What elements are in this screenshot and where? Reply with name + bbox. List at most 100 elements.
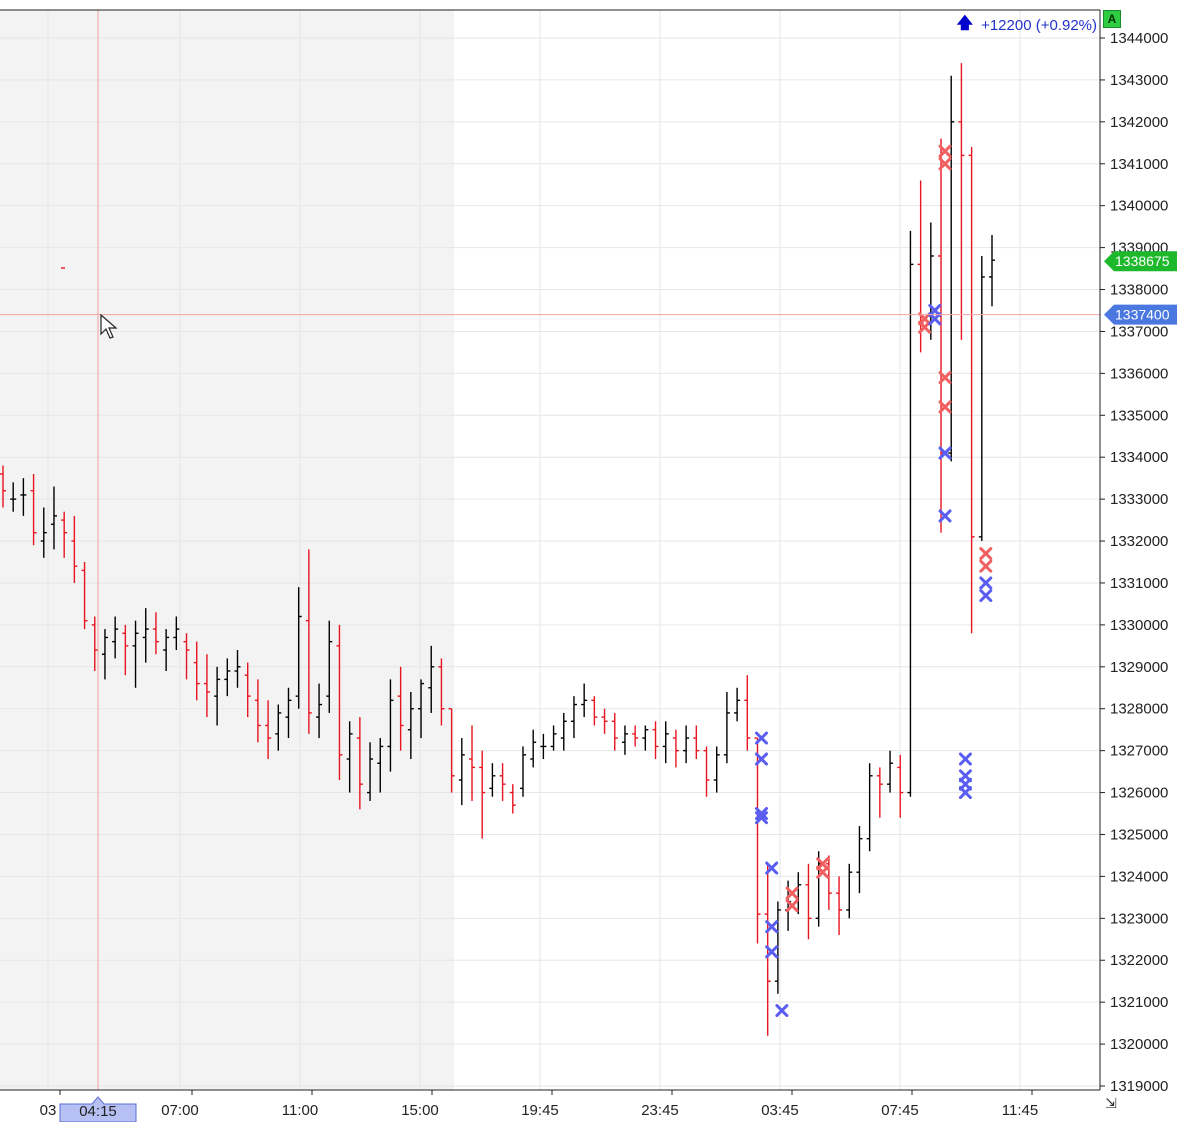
- time-axis[interactable]: 03 07:00 11:00 15:00 19:45 23:45 03:45 07:45 11:…: [40, 1090, 1039, 1122]
- buy-marker: [775, 1004, 789, 1018]
- time-tick-label: 23:45: [641, 1102, 679, 1119]
- price-tag-label: 1338675: [1115, 253, 1170, 269]
- ohlc-bar: [968, 146, 975, 634]
- ohlc-bar: [560, 712, 567, 751]
- time-tick-label: 19:45: [521, 1102, 559, 1119]
- price-tick-label: 1333000: [1110, 491, 1168, 508]
- ohlc-bar: [509, 784, 516, 814]
- ohlc-bar: [662, 721, 669, 764]
- ohlc-bar: [866, 763, 873, 852]
- time-tick-label: 15:00: [401, 1102, 439, 1119]
- ohlc-bar: [754, 737, 761, 944]
- ohlc-bar: [683, 725, 690, 764]
- ohlc-bar: [642, 725, 649, 751]
- price-tick-label: 1327000: [1110, 743, 1168, 760]
- price-tick-label: 1324000: [1110, 868, 1168, 885]
- price-tick-label: 1322000: [1110, 952, 1168, 969]
- price-change-readout: 🡅 +12200 (+0.92%): [957, 12, 1097, 39]
- auto-scale-button[interactable]: A: [1103, 10, 1121, 28]
- price-change-text: +12200 (+0.92%): [981, 17, 1097, 34]
- price-tick-label: 1320000: [1110, 1036, 1168, 1053]
- buy-marker: [958, 752, 972, 766]
- ohlc-bar: [458, 738, 465, 806]
- time-tick-label: 07:00: [161, 1102, 199, 1119]
- price-tick-label: 1326000: [1110, 785, 1168, 802]
- ohlc-bar: [938, 138, 945, 533]
- price-tick-label: 1328000: [1110, 701, 1168, 718]
- ohlc-bar: [479, 750, 486, 839]
- time-tick-label: 07:45: [881, 1102, 919, 1119]
- ohlc-bar: [958, 63, 965, 340]
- ohlc-bar: [989, 235, 995, 307]
- ohlc-bar: [907, 230, 914, 797]
- ohlc-bar: [652, 721, 659, 760]
- ohlc-bar: [591, 696, 598, 726]
- price-chart[interactable]: 1344000134300013420001341000134000013390…: [0, 0, 1177, 1122]
- crosshair-price-tag: 1337400: [1104, 304, 1177, 325]
- ohlc-bar: [489, 763, 496, 797]
- ohlc-bar: [581, 683, 588, 718]
- ohlc-bar: [846, 863, 853, 919]
- ohlc-bar: [734, 687, 741, 722]
- time-tick-label: 11:45: [1002, 1102, 1038, 1119]
- ohlc-bar: [887, 750, 894, 793]
- ohlc-bar: [693, 725, 700, 760]
- session-shade: [0, 10, 454, 1090]
- price-tick-label: 1343000: [1110, 72, 1168, 89]
- arrow-up-icon: 🡅: [956, 15, 974, 32]
- sell-marker: [979, 559, 993, 573]
- price-tick-label: 1321000: [1110, 994, 1168, 1011]
- ohlc-bar: [469, 725, 476, 801]
- price-tick-label: 1340000: [1110, 198, 1168, 215]
- ohlc-bar: [744, 675, 751, 751]
- sell-marker: [979, 547, 993, 561]
- chart-window[interactable]: 1344000 1343000 1342000 1341000 1340000 13390…: [0, 0, 1177, 1122]
- price-tick-label: 1336000: [1110, 365, 1168, 382]
- ohlc-bar: [499, 763, 506, 801]
- ohlc-bar: [723, 691, 730, 764]
- ohlc-bar: [672, 729, 679, 768]
- ohlc-bar: [825, 855, 832, 910]
- price-tick-label: 1329000: [1110, 659, 1168, 676]
- price-tick-label: 1323000: [1110, 910, 1168, 927]
- crosshair-time-label: 04:15: [79, 1103, 117, 1120]
- ohlc-bar: [978, 255, 985, 542]
- price-tick-label: 1341000: [1110, 156, 1168, 173]
- price-tick-label: 1334000: [1110, 449, 1168, 466]
- ohlc-bar: [530, 729, 537, 768]
- price-tick-label: 1330000: [1110, 617, 1168, 634]
- ohlc-bar: [897, 754, 904, 818]
- last-price-tag: 1338675: [1104, 251, 1177, 272]
- price-tick-label: 1319000: [1110, 1078, 1168, 1095]
- ohlc-bar: [836, 876, 843, 936]
- ohlc-bar: [550, 725, 557, 751]
- crosshair-time-tag: 04:15: [59, 1096, 137, 1122]
- ohlc-bar: [601, 708, 608, 734]
- resize-corner-icon[interactable]: ⇲: [1103, 1095, 1119, 1111]
- price-tick-label: 1332000: [1110, 533, 1168, 550]
- price-tick-label: 1338000: [1110, 282, 1168, 299]
- price-axis[interactable]: 1344000134300013420001341000134000013390…: [1100, 30, 1168, 1095]
- price-tick-label: 1344000: [1110, 30, 1168, 47]
- price-tag-label: 1337400: [1115, 307, 1170, 323]
- ohlc-bar: [703, 746, 710, 797]
- time-tick-label: 03:45: [761, 1102, 799, 1119]
- trade-markers: [754, 144, 993, 1018]
- price-tick-label: 1331000: [1110, 575, 1168, 592]
- time-tick-label: 11:00: [282, 1102, 318, 1119]
- ohlc-bar: [713, 746, 720, 793]
- price-tick-label: 1325000: [1110, 826, 1168, 843]
- price-tick-label: 1342000: [1110, 114, 1168, 131]
- time-tick-label: 03: [40, 1102, 57, 1119]
- price-tick-label: 1337000: [1110, 323, 1168, 340]
- ohlc-bar: [611, 712, 618, 751]
- price-tick-label: 1335000: [1110, 407, 1168, 424]
- ohlc-bar: [570, 696, 577, 739]
- ohlc-bar: [519, 746, 526, 797]
- ohlc-bar: [632, 725, 639, 747]
- ohlc-bar: [805, 863, 812, 940]
- ohlc-bar: [540, 733, 547, 760]
- ohlc-bar: [856, 826, 863, 894]
- mouse-cursor-icon: [100, 314, 118, 339]
- buy-marker: [979, 589, 993, 603]
